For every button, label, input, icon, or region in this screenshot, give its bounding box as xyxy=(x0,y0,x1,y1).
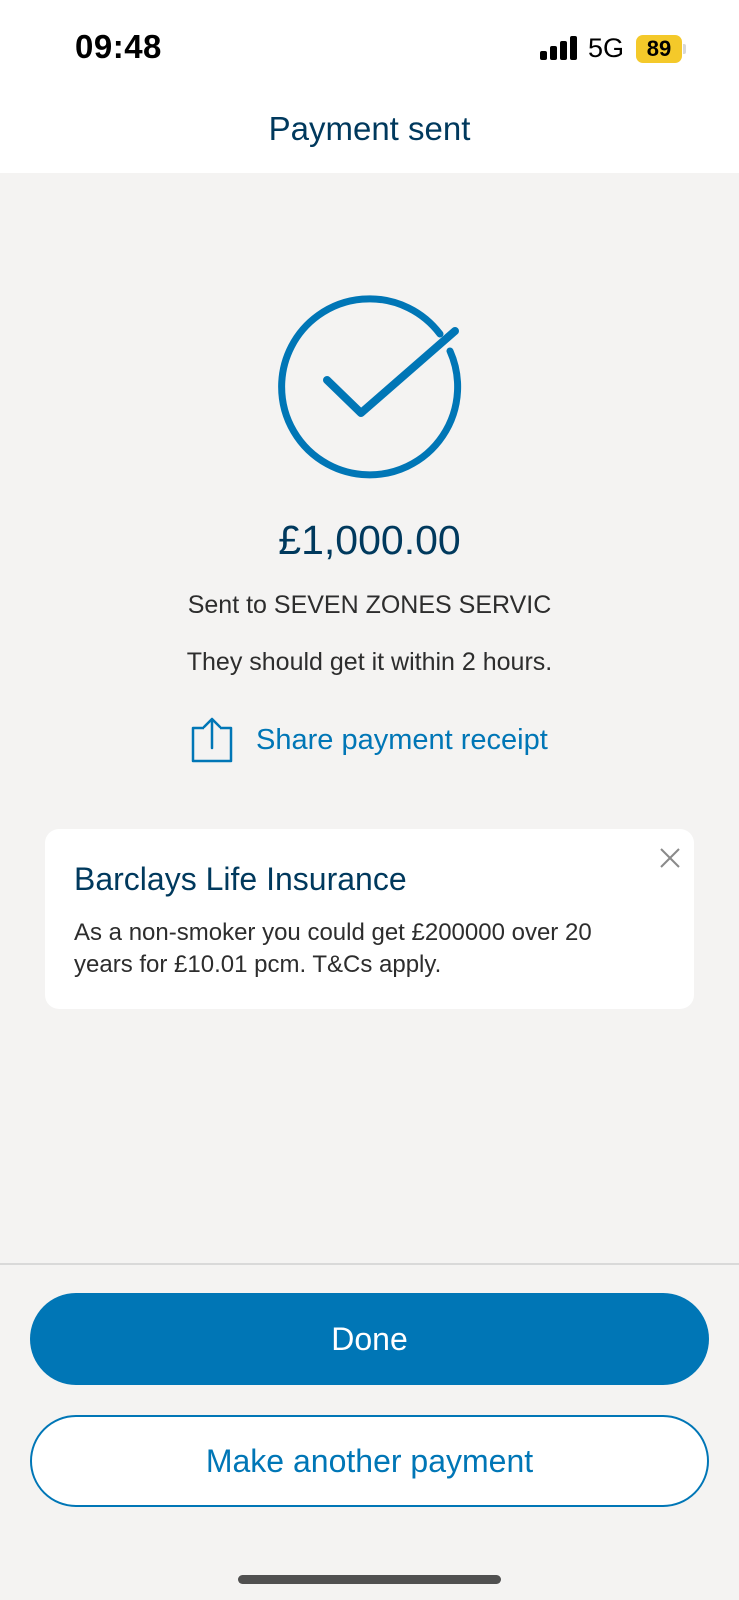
network-label: 5G xyxy=(588,33,625,63)
status-time: 09:48 xyxy=(75,28,162,65)
header-area: 09:48 5G 89 Payment sent xyxy=(0,0,739,173)
actions-divider xyxy=(0,1263,739,1265)
check-circle-icon xyxy=(278,295,462,479)
close-icon[interactable] xyxy=(657,845,683,871)
battery-icon: 89 xyxy=(636,35,686,63)
battery-level: 89 xyxy=(636,35,682,63)
life-insurance-promo-card[interactable]: Barclays Life Insurance As a non-smoker … xyxy=(45,829,694,1009)
promo-title: Barclays Life Insurance xyxy=(74,861,407,897)
signal-bars-icon xyxy=(540,36,578,60)
share-receipt-link[interactable]: Share payment receipt xyxy=(190,712,548,768)
done-button[interactable]: Done xyxy=(30,1293,709,1385)
promo-body: As a non-smoker you could get £200000 ov… xyxy=(74,919,592,978)
payment-amount: £1,000.00 xyxy=(278,517,461,563)
page-title: Payment sent xyxy=(268,110,471,147)
eta-text: They should get it within 2 hours. xyxy=(186,648,553,676)
payment-sent-screen: 09:48 5G 89 Payment sent £1,000.00 Sent … xyxy=(0,0,739,1600)
recipient-line: Sent to SEVEN ZONES SERVIC xyxy=(187,591,552,619)
share-receipt-label: Share payment receipt xyxy=(256,723,548,756)
make-another-payment-button[interactable]: Make another payment xyxy=(30,1415,709,1507)
share-icon xyxy=(191,717,233,763)
home-indicator[interactable] xyxy=(238,1575,501,1584)
